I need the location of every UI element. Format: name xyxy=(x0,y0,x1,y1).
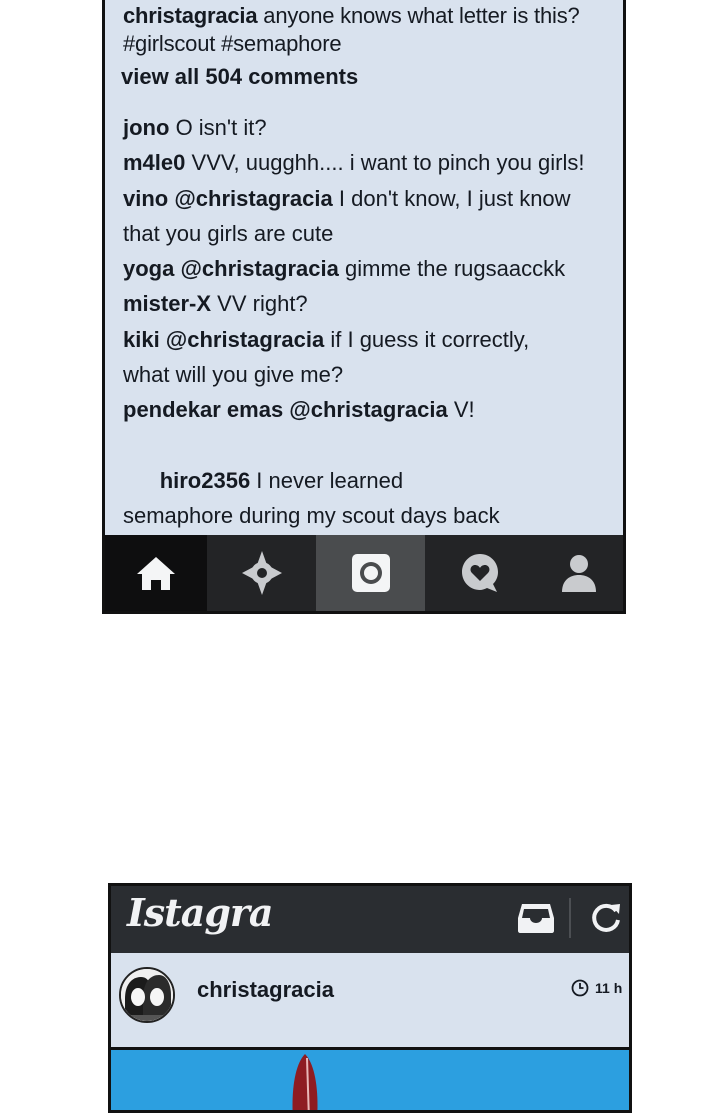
comment-list: jono O isn't it? m4le0 VVV, uugghh.... i… xyxy=(123,110,615,604)
comment-username[interactable]: vino @christagracia xyxy=(123,186,333,211)
user-avatar-image xyxy=(121,969,173,1021)
tab-news[interactable] xyxy=(425,535,534,611)
post-username[interactable]: christagracia xyxy=(197,977,334,1003)
camera-icon xyxy=(351,554,390,592)
post-timestamp: 11 h xyxy=(571,979,622,997)
clock-icon xyxy=(571,979,589,997)
comment-item: mister-X VV right? xyxy=(123,286,615,321)
comment-item: yoga @christagracia gimme the rugsaacckk xyxy=(123,251,615,286)
app-header: Istagra xyxy=(111,886,629,953)
caption-username[interactable]: christagracia xyxy=(123,3,258,28)
comment-username[interactable]: yoga @christagracia xyxy=(123,256,339,281)
tab-home[interactable] xyxy=(105,535,207,611)
feed-panel: Istagra christagracia 11 h xyxy=(108,883,632,1113)
comment-text: gimme the rugsaacckk xyxy=(345,256,566,282)
comment-username[interactable]: pendekar emas @christagracia xyxy=(123,397,448,422)
comment-username[interactable]: m4le0 xyxy=(123,150,185,175)
header-divider xyxy=(569,898,571,938)
comment-username[interactable]: mister-X xyxy=(123,291,211,316)
comments-panel: christagracia anyone knows what letter i… xyxy=(102,0,626,614)
comment-text: VVV, uugghh.... i want to pinch you girl… xyxy=(191,150,585,176)
view-all-comments-link[interactable]: view all 504 comments xyxy=(121,64,358,90)
comment-username[interactable]: kiki @christagracia xyxy=(123,327,324,352)
comment-item: jono O isn't it? xyxy=(123,110,523,145)
explore-icon xyxy=(241,551,282,595)
caption-hashtags[interactable]: #girlscout #semaphore xyxy=(123,30,613,58)
app-logo: Istagra xyxy=(127,890,274,935)
red-flag-shape xyxy=(292,1054,318,1110)
news-icon xyxy=(461,554,498,592)
comment-text: VV right? xyxy=(217,291,308,317)
comment-username[interactable]: hiro2356 xyxy=(160,468,251,493)
comment-username[interactable]: jono xyxy=(123,115,169,140)
inbox-icon xyxy=(518,904,554,933)
comment-text: V! xyxy=(453,397,475,423)
comment-item: pendekar emas @christagracia V! xyxy=(123,392,615,427)
post-photo[interactable] xyxy=(111,1050,629,1110)
bottom-tab-bar xyxy=(105,535,623,611)
comment-item: m4le0 VVV, uugghh.... i want to pinch yo… xyxy=(123,145,615,180)
profile-icon xyxy=(561,555,596,592)
caption-text: anyone knows what letter is this? xyxy=(263,3,580,28)
tab-explore[interactable] xyxy=(207,535,316,611)
avatar[interactable] xyxy=(119,967,175,1023)
refresh-icon xyxy=(592,903,620,932)
post-caption: christagracia anyone knows what letter i… xyxy=(123,0,613,58)
home-icon xyxy=(137,557,175,590)
comment-text: O isn't it? xyxy=(175,115,267,140)
inbox-button[interactable] xyxy=(515,898,557,938)
post-time-label: 11 h xyxy=(595,980,623,996)
comment-item: kiki @christagracia if I guess it correc… xyxy=(123,322,543,393)
tab-camera[interactable] xyxy=(316,535,425,611)
tab-profile[interactable] xyxy=(534,535,623,611)
post-header: christagracia 11 h xyxy=(111,953,629,1050)
comment-item: vino @christagracia I don't know, I just… xyxy=(123,181,583,252)
refresh-button[interactable] xyxy=(585,898,627,938)
